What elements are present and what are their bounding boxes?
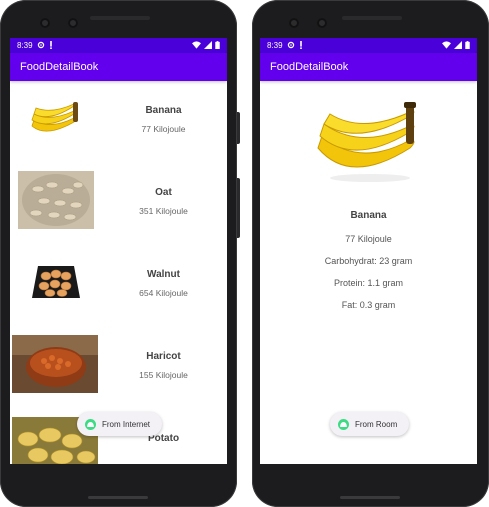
- home-indicator[interactable]: [88, 496, 148, 499]
- detail-carbohydrate: Carbohydrat: 23 gram: [324, 256, 413, 266]
- status-time: 8:39: [267, 41, 283, 50]
- list-item[interactable]: Oat 351 Kilojoule: [10, 163, 227, 237]
- app-title: FoodDetailBook: [270, 61, 349, 73]
- food-energy: 155 Kilojoule: [139, 370, 188, 380]
- wifi-icon: [192, 40, 201, 51]
- walnut-image: [18, 253, 94, 311]
- gear-icon: [287, 41, 295, 51]
- notification-icon: [299, 40, 303, 51]
- detail-protein: Protein: 1.1 gram: [333, 278, 404, 288]
- food-energy: 654 Kilojoule: [139, 288, 188, 298]
- signal-icon: [454, 40, 462, 51]
- detail-fat: Fat: 0.3 gram: [341, 300, 396, 310]
- status-time: 8:39: [17, 41, 33, 50]
- status-bar: 8:39: [10, 38, 227, 53]
- banana-image: [310, 96, 428, 184]
- sensor-icon: [317, 18, 327, 28]
- list-item[interactable]: Haricot 155 Kilojoule: [10, 327, 227, 401]
- app-title: FoodDetailBook: [20, 61, 99, 73]
- list-item[interactable]: Banana 77 Kilojoule: [10, 81, 227, 155]
- food-name: Banana: [145, 105, 182, 116]
- food-energy: 351 Kilojoule: [139, 206, 188, 216]
- haricot-image: [12, 335, 98, 393]
- food-name: Walnut: [147, 269, 180, 280]
- banana-image: [18, 89, 94, 147]
- earpiece-row: [0, 12, 237, 34]
- food-name: Haricot: [146, 351, 181, 362]
- fab-label: From Internet: [102, 419, 151, 429]
- phone-frame-right: 8:39 FoodDetailBook Banana 77 Kilojoule …: [252, 0, 489, 507]
- home-indicator[interactable]: [340, 496, 400, 499]
- android-icon: [85, 418, 96, 430]
- screen-detail: 8:39 FoodDetailBook Banana 77 Kilojoule …: [260, 38, 477, 464]
- food-energy: 77 Kilojoule: [141, 124, 186, 134]
- power-button: [237, 112, 240, 144]
- food-name: Oat: [155, 187, 172, 198]
- battery-icon: [465, 40, 470, 51]
- speaker-grill: [90, 16, 150, 20]
- fab-label: From Room: [355, 419, 398, 429]
- phone-frame-left: 8:39 FoodDetailBook Banana 77 Kilojoule …: [0, 0, 240, 507]
- gear-icon: [37, 41, 45, 51]
- earpiece-row: [252, 12, 489, 34]
- wifi-icon: [442, 40, 451, 51]
- android-icon: [338, 418, 349, 430]
- from-room-button[interactable]: From Room: [330, 412, 410, 436]
- sensor-icon: [68, 18, 78, 28]
- oat-image: [18, 171, 94, 229]
- app-bar: FoodDetailBook: [260, 53, 477, 81]
- app-bar: FoodDetailBook: [10, 53, 227, 81]
- battery-icon: [215, 40, 220, 51]
- camera-icon: [289, 18, 299, 28]
- screen-list: 8:39 FoodDetailBook Banana 77 Kilojoule …: [10, 38, 227, 464]
- signal-icon: [204, 40, 212, 51]
- detail-name: Banana: [350, 210, 387, 221]
- status-bar: 8:39: [260, 38, 477, 53]
- from-internet-button[interactable]: From Internet: [77, 412, 163, 436]
- list-item[interactable]: Walnut 654 Kilojoule: [10, 245, 227, 319]
- speaker-grill: [342, 16, 402, 20]
- notification-icon: [49, 40, 53, 51]
- detail-energy: 77 Kilojoule: [345, 234, 392, 244]
- volume-button: [237, 178, 240, 238]
- camera-icon: [40, 18, 50, 28]
